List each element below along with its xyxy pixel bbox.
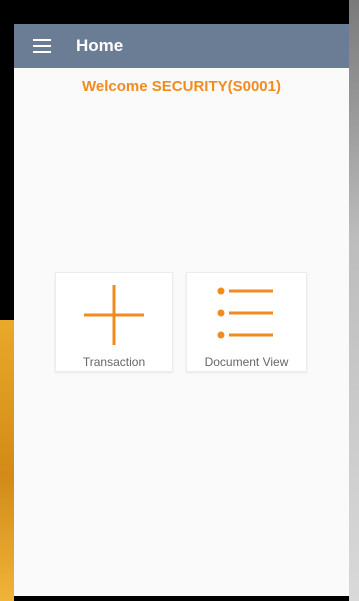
background-decoration-left bbox=[0, 320, 14, 601]
transaction-tile[interactable]: Transaction bbox=[55, 272, 173, 372]
transaction-label: Transaction bbox=[82, 355, 146, 369]
menu-button[interactable] bbox=[20, 24, 64, 68]
page-title: Home bbox=[76, 36, 124, 55]
hamburger-menu-icon bbox=[33, 39, 51, 53]
background-decoration-right bbox=[349, 0, 359, 601]
list-icon bbox=[217, 287, 273, 339]
app-bar: Home bbox=[14, 24, 349, 68]
plus-icon bbox=[84, 285, 144, 345]
welcome-message: Welcome SECURITY(S0001) bbox=[82, 78, 281, 95]
document-view-tile[interactable]: Document View bbox=[186, 272, 307, 372]
app-screen: Home Welcome SECURITY(S0001) Transaction… bbox=[14, 24, 349, 596]
document-view-label: Document View bbox=[204, 355, 289, 369]
